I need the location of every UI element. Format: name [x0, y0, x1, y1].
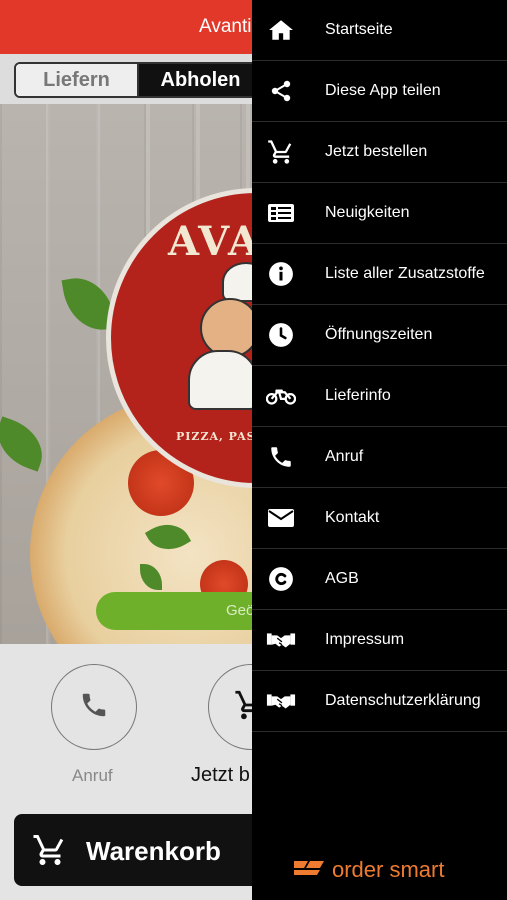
- news-icon: [266, 199, 296, 227]
- menu-item-label: Neuigkeiten: [325, 204, 410, 221]
- motorcycle-icon: [266, 382, 296, 410]
- menu-item-label: Impressum: [325, 631, 405, 648]
- menu-item-imprint[interactable]: Impressum: [252, 610, 507, 671]
- menu-item-additives[interactable]: Liste aller Zusatzstoffe: [252, 244, 507, 305]
- menu-item-news[interactable]: Neuigkeiten: [252, 183, 507, 244]
- cart-icon: [266, 138, 296, 166]
- cart-button[interactable]: Warenkorb: [14, 814, 264, 886]
- logo-wordmark: AVA: [168, 218, 262, 265]
- envelope-icon: [266, 504, 296, 532]
- menu-item-opening-hours[interactable]: Öffnungszeiten: [252, 305, 507, 366]
- menu-item-order[interactable]: Jetzt bestellen: [252, 122, 507, 183]
- cart-label: Warenkorb: [86, 836, 221, 866]
- info-icon: [266, 260, 296, 288]
- menu-item-privacy[interactable]: Datenschutzerklärung: [252, 671, 507, 732]
- handshake-icon: [266, 626, 296, 654]
- menu-item-label: Kontakt: [325, 509, 380, 526]
- copyright-icon: [266, 565, 296, 593]
- tab-abholen[interactable]: Abholen: [139, 64, 262, 96]
- menu-item-label: Datenschutzerklärung: [325, 692, 481, 709]
- menu-item-label: Anruf: [325, 448, 364, 465]
- delivery-mode-toggle[interactable]: Liefern Abholen: [14, 62, 264, 98]
- call-action-label: Anruf: [72, 766, 113, 785]
- navigation-drawer: Startseite Diese App teilen Jetzt bestel…: [252, 0, 507, 900]
- menu-item-contact[interactable]: Kontakt: [252, 488, 507, 549]
- tab-liefern[interactable]: Liefern: [16, 64, 139, 96]
- app-title: Avanti: [199, 16, 252, 37]
- order-smart-logo-icon: [292, 857, 326, 884]
- menu-item-label: Diese App teilen: [325, 82, 441, 99]
- menu-item-delivery-info[interactable]: Lieferinfo: [252, 366, 507, 427]
- menu-item-call[interactable]: Anruf: [252, 427, 507, 488]
- home-icon: [266, 16, 296, 44]
- menu-item-label: Liste aller Zusatzstoffe: [325, 265, 485, 282]
- menu-item-label: Startseite: [325, 21, 393, 38]
- chef-face-illustration: [200, 298, 260, 358]
- order-smart-brand: order smart: [292, 856, 444, 884]
- menu-item-startseite[interactable]: Startseite: [252, 0, 507, 61]
- call-action-button[interactable]: [51, 664, 137, 750]
- chef-body-illustration: [188, 350, 258, 410]
- handshake-icon: [266, 687, 296, 715]
- cart-icon: [32, 832, 68, 873]
- menu-item-label: AGB: [325, 570, 359, 587]
- share-icon: [266, 77, 296, 105]
- phone-icon: [79, 690, 109, 725]
- brand-label: order smart: [332, 857, 445, 882]
- menu-item-label: Lieferinfo: [325, 387, 391, 404]
- menu-item-label: Öffnungszeiten: [325, 326, 433, 343]
- menu-item-label: Jetzt bestellen: [325, 143, 428, 160]
- menu-item-terms[interactable]: AGB: [252, 549, 507, 610]
- clock-icon: [266, 321, 296, 349]
- menu-item-share[interactable]: Diese App teilen: [252, 61, 507, 122]
- phone-icon: [266, 443, 296, 471]
- order-action-label: Jetzt b: [191, 764, 250, 786]
